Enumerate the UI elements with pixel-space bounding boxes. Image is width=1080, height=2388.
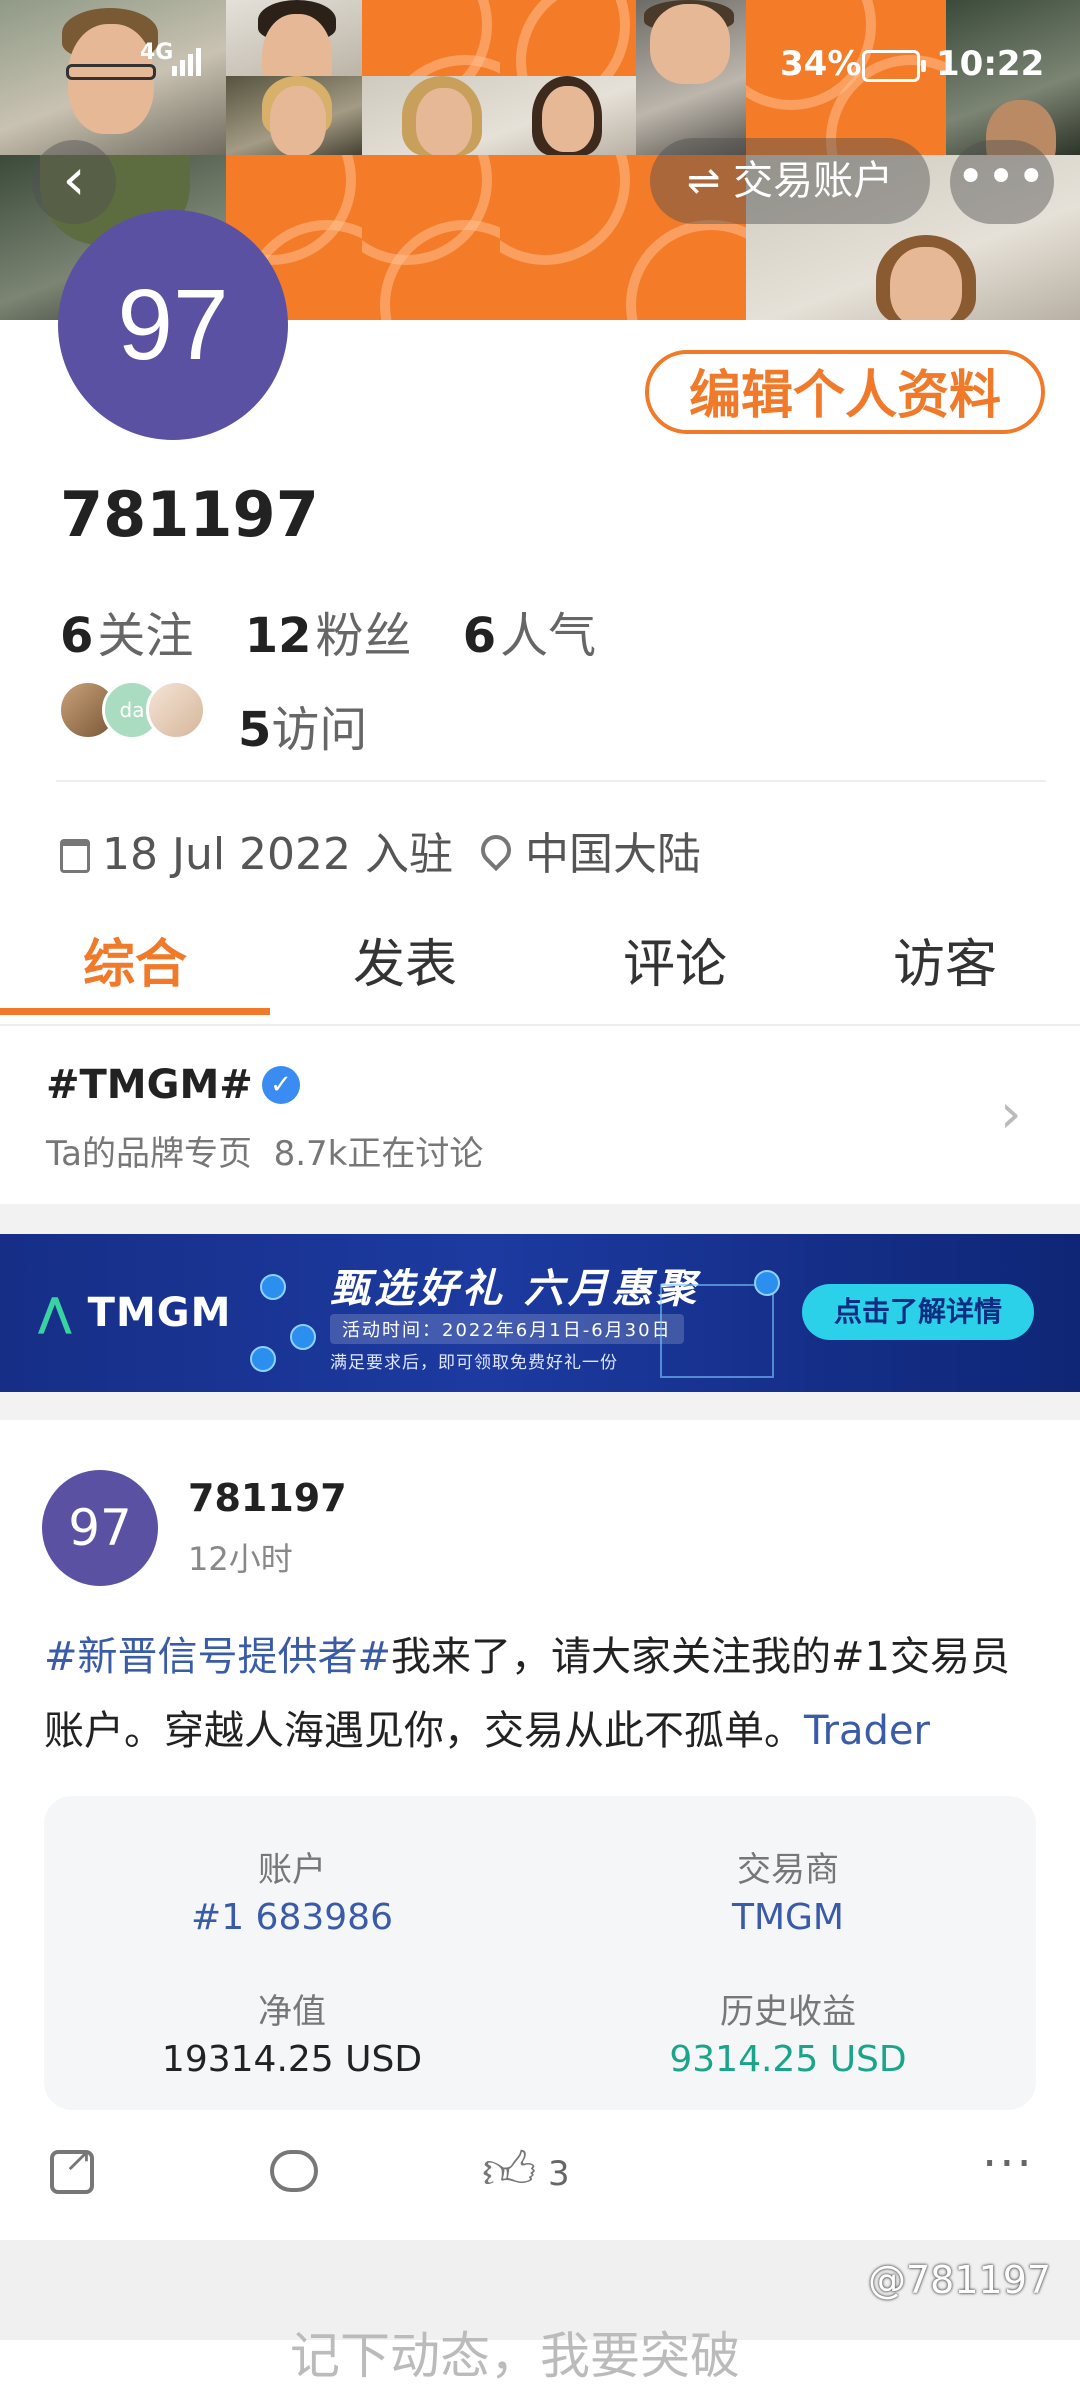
share-icon[interactable] xyxy=(50,2140,94,2194)
banner-date: 活动时间：2022年6月1日-6月30日 xyxy=(330,1314,684,1344)
coin-icon xyxy=(754,1270,780,1296)
active-tab-indicator xyxy=(0,1008,270,1015)
house-illustration-icon xyxy=(660,1284,774,1378)
banner-note: 满足要求后，即可领取免费好礼一份 xyxy=(330,1353,618,1373)
promo-banner[interactable]: ⋀ TMGM 甄选好礼 六月惠聚 活动时间：2022年6月1日-6月30日 满足… xyxy=(0,1234,1080,1392)
watermark: @781197 xyxy=(868,2258,1052,2302)
equity-cell: 净值 19314.25 USD xyxy=(44,1984,540,2080)
verified-badge-icon: ✓ xyxy=(262,1066,300,1104)
visits-stat[interactable]: 5访问 xyxy=(238,690,367,760)
signal-icon xyxy=(172,48,202,76)
profit-cell: 历史收益 9314.25 USD xyxy=(540,1984,1036,2080)
profile-stats: 6关注 12粉丝 6人气 xyxy=(60,596,632,666)
post-author-name[interactable]: 781197 xyxy=(188,1476,347,1520)
post-more-button[interactable]: ··· xyxy=(982,2136,1034,2192)
cover-tile xyxy=(500,0,636,76)
comment-icon[interactable] xyxy=(270,2150,318,2192)
battery-percent: 34% xyxy=(780,44,862,84)
section-separator xyxy=(0,1392,1080,1420)
post-hashtag-link[interactable]: #新晋信号提供者# xyxy=(44,1634,391,1680)
location-pin-icon xyxy=(474,828,518,872)
broker-value: TMGM xyxy=(731,1897,844,1938)
chevron-left-icon: ‹ xyxy=(62,145,86,213)
banner-logo-text: TMGM xyxy=(87,1290,232,1336)
account-cell: 账户 #1 683986 xyxy=(44,1842,540,1938)
account-label: 账户 xyxy=(258,1850,326,1890)
chevron-right-icon: › xyxy=(1000,1082,1022,1145)
post-timestamp: 12小时 xyxy=(188,1540,293,1578)
following-label[interactable]: 关注 xyxy=(97,608,193,664)
equity-label: 净值 xyxy=(258,1992,326,2032)
trading-account-card[interactable]: 账户 #1 683986 交易商 TMGM 净值 19314.25 USD 历史… xyxy=(44,1796,1036,2110)
profile-avatar[interactable]: 97 xyxy=(58,210,288,440)
location: 中国大陆 xyxy=(525,829,702,880)
popularity-label: 人气 xyxy=(500,608,597,664)
coin-icon xyxy=(290,1324,316,1350)
tab-visitors[interactable]: 访客 xyxy=(810,920,1080,1010)
join-date: 18 Jul 2022 入驻 xyxy=(102,829,454,880)
tab-comments[interactable]: 评论 xyxy=(540,920,810,1010)
edit-profile-button[interactable]: 编辑个人资料 xyxy=(645,350,1045,434)
tab-posts[interactable]: 发表 xyxy=(270,920,540,1010)
like-icon[interactable]: 👍︎ xyxy=(482,2140,536,2202)
followers-label[interactable]: 粉丝 xyxy=(315,608,411,664)
section-separator xyxy=(0,1204,1080,1234)
popularity-count: 6 xyxy=(462,608,497,664)
profit-value: 9314.25 USD xyxy=(669,2039,907,2080)
next-item-text: 记下动态，我要突破 xyxy=(290,2327,740,2385)
more-button[interactable]: ••• xyxy=(950,140,1054,224)
brand-topic-row[interactable] xyxy=(0,1024,1080,1204)
like-count: 3 xyxy=(548,2154,570,2194)
topic-subtitle: Ta的品牌专页 8.7k正在讨论 xyxy=(46,1126,483,1175)
brand-page-label: Ta的品牌专页 xyxy=(46,1134,252,1174)
broker-cell: 交易商 TMGM xyxy=(540,1842,1036,1938)
cover-photo xyxy=(362,76,636,156)
following-count[interactable]: 6 xyxy=(60,608,93,664)
cover-photo xyxy=(226,76,362,156)
topic-title[interactable]: #TMGM# xyxy=(46,1062,253,1108)
tmgm-logo-icon: ⋀ xyxy=(38,1290,73,1336)
coin-icon xyxy=(250,1346,276,1372)
banner-cta-button[interactable]: 点击了解详情 xyxy=(802,1284,1034,1340)
back-button[interactable]: ‹ xyxy=(32,140,116,224)
broker-label: 交易商 xyxy=(737,1850,839,1890)
post-body[interactable]: #新晋信号提供者#我来了，请大家关注我的#1交易员账户。穿越人海遇见你，交易从此… xyxy=(44,1620,1044,1768)
profile-meta: 18 Jul 2022 入驻 中国大陆 xyxy=(60,818,701,882)
cover-photo xyxy=(0,0,226,155)
divider xyxy=(56,780,1046,782)
clock: 10:22 xyxy=(936,44,1045,84)
cover-photo xyxy=(636,0,746,155)
more-dots-icon: ••• xyxy=(956,149,1048,205)
visits-label: 访问 xyxy=(271,702,368,758)
tab-overview[interactable]: 综合 xyxy=(0,920,270,1010)
battery-icon xyxy=(862,50,926,82)
profit-label: 历史收益 xyxy=(720,1992,856,2032)
network-indicator: 4G xyxy=(140,40,174,65)
equity-value: 19314.25 USD xyxy=(161,2039,423,2080)
banner-logo: ⋀ TMGM xyxy=(38,1290,231,1336)
switch-trading-account-button[interactable]: ⇌ 交易账户 xyxy=(650,138,930,224)
followers-count[interactable]: 12 xyxy=(245,608,312,664)
post-trailing-link[interactable]: Trader xyxy=(804,1708,930,1754)
profile-username: 781197 xyxy=(60,478,319,551)
banner-title: 甄选好礼 六月惠聚 xyxy=(330,1266,700,1312)
visits-count: 5 xyxy=(238,702,272,758)
visitor-avatar[interactable] xyxy=(146,680,206,740)
discussion-count: 8.7k正在讨论 xyxy=(273,1134,484,1174)
coin-icon xyxy=(260,1274,286,1300)
calendar-icon xyxy=(60,839,90,873)
account-value: #1 683986 xyxy=(191,1897,393,1938)
cover-tile xyxy=(362,155,500,320)
post-author-avatar[interactable]: 97 xyxy=(42,1470,158,1586)
